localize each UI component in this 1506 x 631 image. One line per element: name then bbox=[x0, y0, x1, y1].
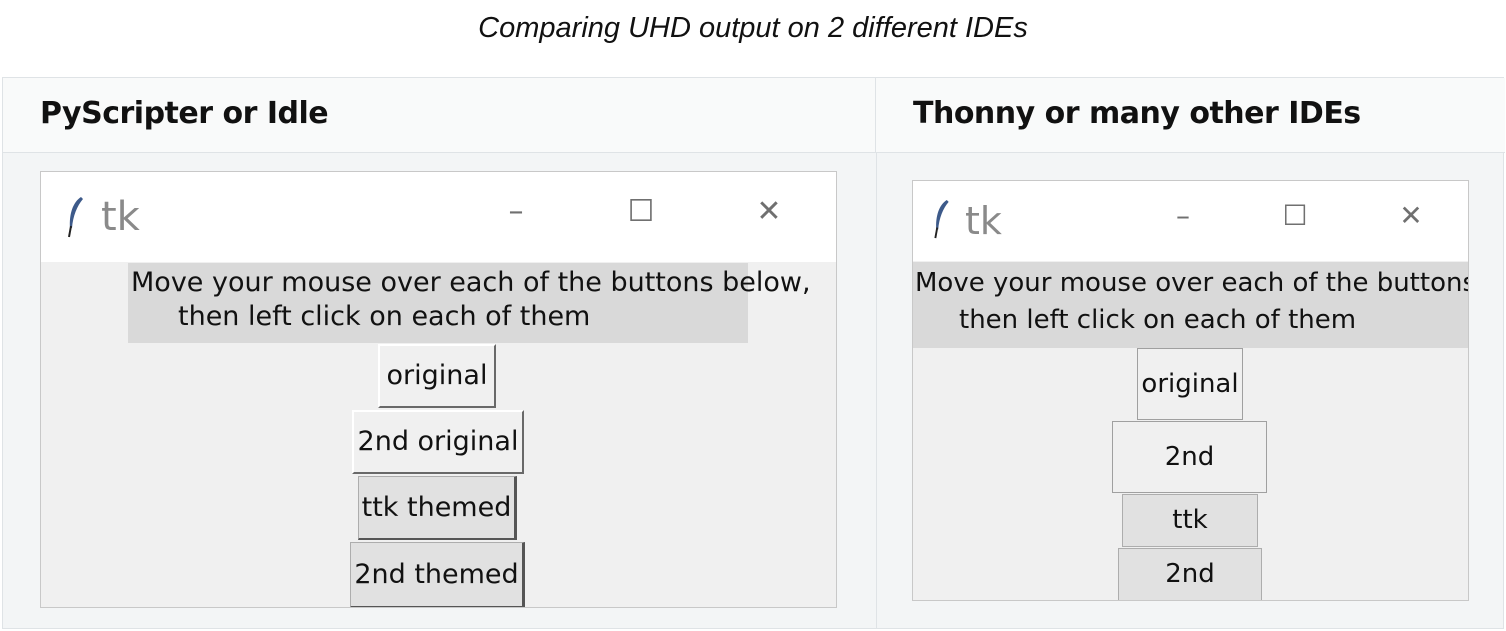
instruction-label: Move your mouse over each of the buttons… bbox=[128, 263, 811, 343]
comparison-table: PyScripter or Idle Thonny or many other … bbox=[2, 77, 1505, 629]
minimize-icon[interactable]: – bbox=[496, 194, 536, 229]
instruction-line-2: then left click on each of them bbox=[959, 304, 1357, 335]
second-themed-button[interactable]: 2nd themed bbox=[1118, 548, 1262, 600]
close-icon[interactable]: ✕ bbox=[1391, 199, 1431, 232]
column-header-thonny: Thonny or many other IDEs bbox=[876, 78, 1505, 153]
column-header-label: Thonny or many other IDEs bbox=[913, 96, 1361, 131]
column-header-label: PyScripter or Idle bbox=[40, 96, 329, 131]
original-button[interactable]: original bbox=[378, 344, 496, 408]
feather-icon bbox=[68, 197, 83, 238]
window-title: tk bbox=[101, 194, 140, 240]
second-themed-button[interactable]: 2nd themed bbox=[350, 542, 525, 607]
window-title: tk bbox=[965, 199, 1002, 243]
maximize-icon[interactable]: ☐ bbox=[1275, 199, 1315, 232]
figure-caption: Comparing UHD output on 2 different IDEs bbox=[478, 12, 1028, 44]
ttk-themed-button[interactable]: ttk themed bbox=[358, 476, 517, 540]
original-button[interactable]: original bbox=[1137, 348, 1243, 420]
ttk-themed-button[interactable]: ttk themed bbox=[1122, 494, 1258, 586]
instruction-line-1: Move your mouse over each of the buttons… bbox=[915, 268, 1469, 298]
instruction-line-2: then left click on each of them bbox=[178, 300, 591, 332]
tk-window-pyscripter: tk – ☐ ✕ Move your mouse over each of th… bbox=[40, 171, 837, 608]
instruction-line-1: Move your mouse over each of the buttons… bbox=[131, 267, 811, 298]
second-original-button[interactable]: 2nd original bbox=[1112, 421, 1267, 542]
window-titlebar[interactable]: tk – ☐ ✕ bbox=[41, 172, 836, 262]
window-titlebar[interactable]: tk – ☐ ✕ bbox=[913, 181, 1468, 261]
tk-window-thonny: tk – ☐ ✕ Move your mouse over each of th… bbox=[912, 180, 1469, 601]
close-icon[interactable]: ✕ bbox=[749, 194, 789, 229]
column-divider bbox=[876, 153, 877, 628]
minimize-icon[interactable]: – bbox=[1163, 199, 1203, 232]
instruction-label: Move your mouse over each of the buttons… bbox=[913, 262, 1469, 348]
column-header-pyscripter: PyScripter or Idle bbox=[3, 78, 876, 153]
maximize-icon[interactable]: ☐ bbox=[621, 194, 661, 229]
second-original-button[interactable]: 2nd original bbox=[352, 410, 524, 474]
feather-icon bbox=[934, 199, 949, 239]
